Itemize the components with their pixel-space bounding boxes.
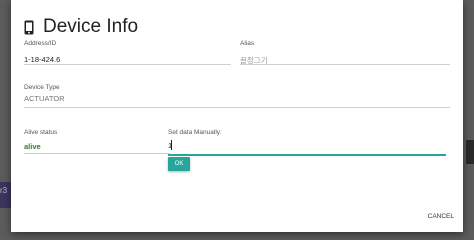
text-caret [171,140,172,150]
dialog-title: Device Info [43,16,139,37]
manual-data-label: Set data Manually: [168,129,222,136]
alive-status-field: Alive status alive [24,129,170,157]
mobile-phone-icon [20,16,38,38]
device-type-underline [24,107,450,108]
ok-button[interactable]: OK [168,157,190,171]
backdrop-right-panel [466,140,474,164]
device-info-dialog: Device Info Address/ID 1-18-424.6 Alias … [11,0,463,232]
device-type-label: Device Type [24,84,60,91]
manual-data-underline-focused [168,154,446,156]
device-type-value: ACTUATOR [24,94,65,103]
address-field[interactable]: Address/ID 1-18-424.6 [24,40,231,68]
dialog-header: Device Info [20,12,138,42]
alias-label: Alias [240,40,255,47]
address-label: Address/ID [24,40,57,47]
alive-status-underline [24,153,170,154]
address-value[interactable]: 1-18-424.6 [24,55,231,64]
manual-data-field[interactable]: Set data Manually: [168,129,446,157]
address-underline [24,64,231,65]
alias-underline [240,64,450,65]
device-type-field: Device Type ACTUATOR [24,84,450,112]
cancel-button[interactable]: CANCEL [428,213,454,220]
manual-data-input[interactable] [168,139,438,151]
backdrop-left-text: r3 [0,186,8,195]
alias-field[interactable]: Alias 끌정그기 [240,40,450,68]
alive-status-value: alive [24,142,41,151]
alive-status-label: Alive status [24,129,58,136]
